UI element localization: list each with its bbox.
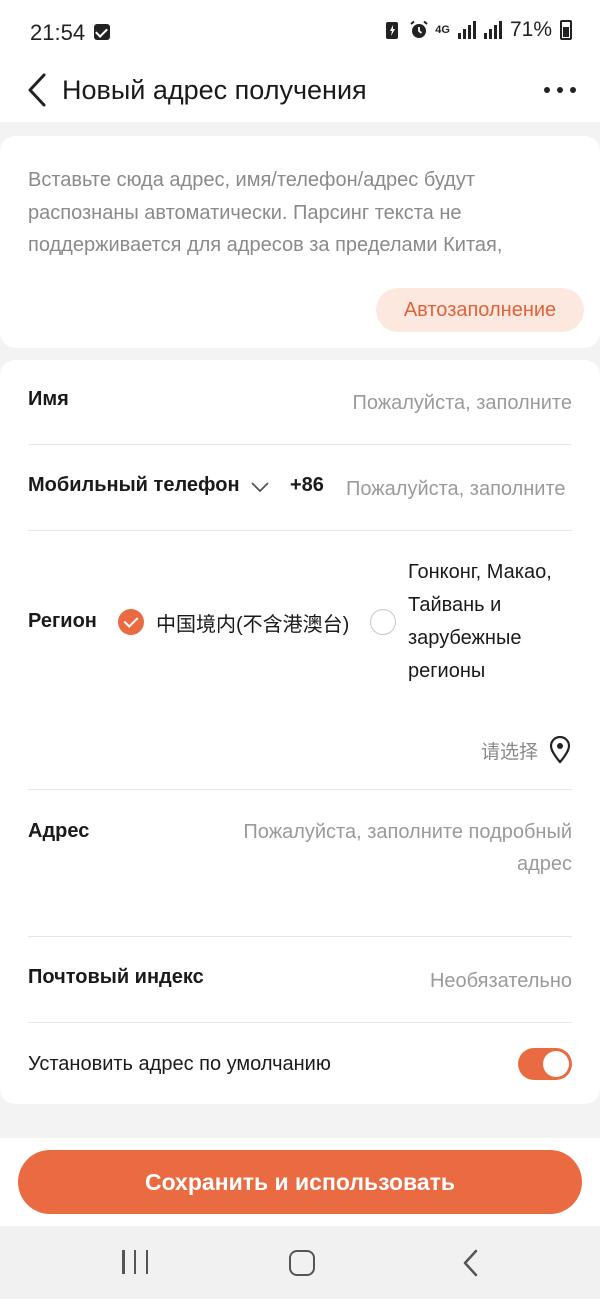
default-address-toggle[interactable] <box>518 1048 572 1080</box>
navigation-bar: Новый адрес получения <box>0 64 600 122</box>
address-form: Имя Пожалуйста, заполните Мобильный теле… <box>0 360 600 1104</box>
postal-code-input[interactable]: Необязательно <box>430 970 572 993</box>
country-code[interactable]: +86 <box>290 474 324 497</box>
location-pin-icon[interactable] <box>548 735 572 764</box>
name-input[interactable]: Пожалуйста, заполните <box>352 392 572 415</box>
battery-icon <box>560 20 572 40</box>
region-option-mainland[interactable]: 中国境内(不含港澳台) <box>156 608 349 637</box>
paste-address-card[interactable]: Вставьте сюда адрес, имя/телефон/адрес б… <box>0 136 600 348</box>
phone-input[interactable]: Пожалуйста, заполните <box>346 478 572 501</box>
network-type: 4G <box>435 24 450 36</box>
default-address-label: Установить адрес по умолчанию <box>28 1053 331 1075</box>
system-navigation-bar <box>0 1226 600 1299</box>
postal-code-row[interactable]: Почтовый индекс Необязательно <box>28 966 572 994</box>
radio-abroad-icon[interactable] <box>370 609 396 635</box>
name-label: Имя <box>28 388 69 410</box>
name-row[interactable]: Имя Пожалуйста, заполните <box>28 388 572 416</box>
region-option-abroad[interactable]: Гонконг, Макао, Тайвань и зарубежные рег… <box>408 556 578 688</box>
bottom-action-bar: Сохранить и использовать <box>0 1138 600 1226</box>
home-icon[interactable] <box>289 1250 315 1276</box>
region-label: Регион <box>28 610 97 632</box>
divider <box>28 444 572 445</box>
page-title: Новый адрес получения <box>62 75 367 105</box>
region-select[interactable]: 请选择 <box>481 737 538 764</box>
signal-icon-2 <box>483 21 502 39</box>
system-back-icon[interactable] <box>460 1248 480 1278</box>
phone-label: Мобильный телефон <box>28 474 240 496</box>
status-icons: 4G 71% <box>383 18 572 42</box>
back-arrow-icon[interactable] <box>24 70 54 110</box>
paste-address-input[interactable]: Вставьте сюда адрес, имя/телефон/адрес б… <box>28 164 568 262</box>
divider <box>28 530 572 531</box>
status-bar: 21:54 4G 71% <box>0 0 600 64</box>
autofill-button[interactable]: Автозаполнение <box>376 288 584 332</box>
region-row: Регион 中国境内(不含港澳台) Гонконг, Макао, Тайва… <box>28 556 572 696</box>
radio-mainland-checked-icon[interactable] <box>118 609 144 635</box>
region-select-row[interactable]: 请选择 <box>28 734 572 766</box>
battery-saver-icon <box>383 20 401 40</box>
divider <box>28 936 572 937</box>
signal-icon <box>457 21 476 39</box>
postal-code-label: Почтовый индекс <box>28 966 204 988</box>
divider <box>28 789 572 790</box>
divider <box>28 1022 572 1023</box>
phone-row[interactable]: Мобильный телефон +86 Пожалуйста, заполн… <box>28 474 572 502</box>
more-icon[interactable] <box>544 72 576 108</box>
status-time: 21:54 <box>30 20 86 45</box>
address-input[interactable]: Пожалуйста, заполните подробный адрес <box>192 816 572 880</box>
toggle-knob <box>543 1051 569 1077</box>
chevron-down-icon[interactable] <box>250 480 270 493</box>
battery-percent: 71% <box>509 18 552 41</box>
default-address-row: Установить адрес по умолчанию <box>28 1048 572 1082</box>
address-label: Адрес <box>28 820 90 842</box>
address-row[interactable]: Адрес Пожалуйста, заполните подробный ад… <box>28 816 572 886</box>
recent-apps-icon[interactable] <box>122 1250 148 1274</box>
save-and-use-button[interactable]: Сохранить и использовать <box>18 1150 582 1214</box>
alarm-icon <box>409 20 428 40</box>
notification-check-icon <box>94 24 110 40</box>
